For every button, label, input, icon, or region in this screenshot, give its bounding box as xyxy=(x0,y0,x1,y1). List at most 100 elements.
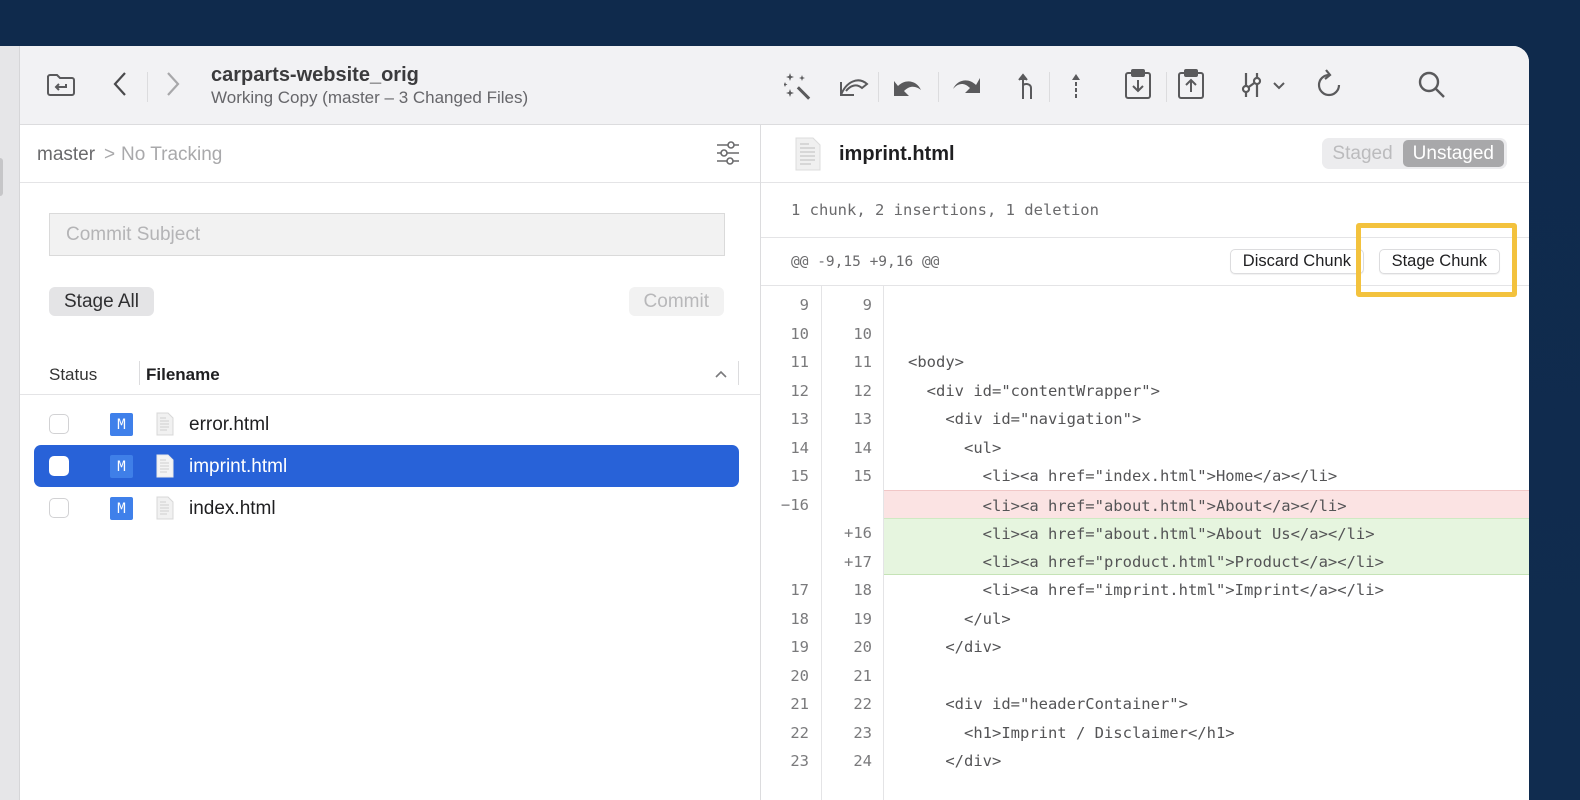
column-filename[interactable]: Filename xyxy=(146,365,220,385)
new-line-number: 22 xyxy=(853,695,872,713)
modified-badge: M xyxy=(110,413,133,436)
file-row[interactable]: M error.html xyxy=(34,403,739,445)
diff-line[interactable]: 20 21 xyxy=(761,661,1529,690)
clipboard-download-icon[interactable] xyxy=(1124,68,1152,100)
diff-line-insertion[interactable]: +16 <li><a href="about.html">About Us</a… xyxy=(761,518,1529,547)
new-line-number: 20 xyxy=(853,638,872,656)
new-line-number: 21 xyxy=(853,666,872,685)
changes-pane: master > No Tracking Stage All Commit St… xyxy=(20,125,761,800)
new-line-number: 15 xyxy=(853,467,872,485)
code-text: <body> xyxy=(908,353,964,371)
repo-subtitle: Working Copy (master – 3 Changed Files) xyxy=(211,88,529,107)
new-line-number: 23 xyxy=(853,723,872,742)
diff-line[interactable]: 13 13 <div id="navigation"> xyxy=(761,404,1529,433)
code-text: <div id="navigation"> xyxy=(908,410,1142,428)
file-name: error.html xyxy=(189,414,270,435)
toolbar: carparts-website_orig Working Copy (mast… xyxy=(20,46,1529,125)
diff-line[interactable]: 15 15 <li><a href="index.html">Home</a></… xyxy=(761,461,1529,490)
push-dotted-icon[interactable] xyxy=(1070,72,1082,100)
diff-line[interactable]: 10 10 xyxy=(761,319,1529,348)
stage-checkbox[interactable] xyxy=(49,456,69,476)
folder-return-icon[interactable] xyxy=(46,70,76,98)
old-line-number: 20 xyxy=(790,666,809,685)
file-table-header: Status Filename xyxy=(20,353,760,395)
diff-pane: imprint.html Staged Unstaged 1 chunk, 2 … xyxy=(761,125,1529,800)
commit-button[interactable]: Commit xyxy=(628,287,724,316)
undo-filled-icon[interactable] xyxy=(892,72,924,98)
old-line-number: 22 xyxy=(790,723,809,742)
diff-line[interactable]: 14 14 <ul> xyxy=(761,433,1529,462)
back-icon[interactable] xyxy=(111,71,129,97)
segment-unstaged[interactable]: Unstaged xyxy=(1402,140,1504,167)
diff-line-deletion[interactable]: −16 <li><a href="about.html">About</a></… xyxy=(761,489,1529,518)
new-line-number: 11 xyxy=(853,353,872,371)
chunk-range: @@ -9,15 +9,16 @@ xyxy=(791,254,940,270)
diff-line[interactable]: 22 23 <h1>Imprint / Disclaimer</h1> xyxy=(761,718,1529,747)
new-line-number: 12 xyxy=(853,381,872,400)
diff-summary: 1 chunk, 2 insertions, 1 deletion xyxy=(791,201,1099,219)
diff-line[interactable]: 17 18 <li><a href="imprint.html">Imprint<… xyxy=(761,575,1529,604)
segment-staged[interactable]: Staged xyxy=(1322,140,1402,167)
old-line-number: 13 xyxy=(790,410,809,428)
column-status[interactable]: Status xyxy=(49,365,97,385)
new-line-number: 19 xyxy=(853,609,872,628)
old-line-number: 9 xyxy=(799,296,809,314)
repo-title: carparts-website_orig xyxy=(211,64,419,86)
code-text: <li><a href="index.html">Home</a></li> xyxy=(908,467,1338,485)
diff-line-insertion[interactable]: +17 <li><a href="product.html">Product</… xyxy=(761,546,1529,575)
old-line-number: 15 xyxy=(790,467,809,485)
diff-filename: imprint.html xyxy=(839,143,955,165)
commit-subject-input[interactable] xyxy=(49,213,725,256)
filter-sliders-icon[interactable] xyxy=(716,141,740,170)
diff-line[interactable]: 19 20 </div> xyxy=(761,632,1529,661)
tracking-branch[interactable]: No Tracking xyxy=(121,144,222,166)
forward-icon[interactable] xyxy=(164,71,182,97)
document-icon xyxy=(156,496,174,525)
magic-wand-icon[interactable] xyxy=(784,71,814,101)
diff-line[interactable]: 21 22 <div id="headerContainer"> xyxy=(761,689,1529,718)
old-line-number: 14 xyxy=(790,438,809,457)
file-name: index.html xyxy=(189,498,276,519)
diff-line[interactable]: 18 19 </ul> xyxy=(761,604,1529,633)
redo-filled-icon[interactable] xyxy=(950,72,982,98)
code-text: </div> xyxy=(908,638,1002,656)
refresh-icon[interactable] xyxy=(1316,69,1342,99)
code-text: <ul> xyxy=(908,438,1002,457)
old-line-number: 23 xyxy=(790,752,809,770)
file-row[interactable]: M index.html xyxy=(34,487,739,529)
diff-header: imprint.html Staged Unstaged xyxy=(761,125,1529,183)
app-window: carparts-website_orig Working Copy (mast… xyxy=(0,46,1529,800)
code-text: <h1>Imprint / Disclaimer</h1> xyxy=(908,723,1235,742)
sliders-branch-icon[interactable] xyxy=(1241,71,1263,99)
sidebar-handle[interactable] xyxy=(0,158,3,196)
code-text: <div id="headerContainer"> xyxy=(908,695,1188,713)
clipboard-upload-icon[interactable] xyxy=(1177,68,1205,100)
branch-merge-icon[interactable] xyxy=(1017,72,1035,100)
code-text: <li><a href="about.html">About</a></li> xyxy=(884,489,1529,518)
chevron-down-icon[interactable] xyxy=(1273,82,1285,90)
search-icon[interactable] xyxy=(1418,71,1446,99)
branch-bar: master > No Tracking xyxy=(20,125,760,183)
old-line-number: 12 xyxy=(790,381,809,400)
diff-line[interactable]: 99 xyxy=(761,290,1529,319)
stage-checkbox[interactable] xyxy=(49,414,69,434)
code-text: </div> xyxy=(908,752,1002,770)
diff-line[interactable]: 12 12 <div id="contentWrapper"> xyxy=(761,376,1529,405)
file-row-selected[interactable]: M imprint.html xyxy=(34,445,739,487)
sort-ascending-icon[interactable] xyxy=(715,365,727,381)
breadcrumb-separator: > xyxy=(104,144,116,165)
undo-outline-icon[interactable] xyxy=(838,72,870,98)
diff-line[interactable]: 23 24 </div> xyxy=(761,746,1529,775)
code-text: <div id="contentWrapper"> xyxy=(908,381,1160,400)
stage-all-button[interactable]: Stage All xyxy=(49,287,154,316)
new-line-number: 13 xyxy=(853,410,872,428)
file-list: M error.html M imprint.html M index.html xyxy=(34,403,739,529)
stage-checkbox[interactable] xyxy=(49,498,69,518)
discard-chunk-button[interactable]: Discard Chunk xyxy=(1229,249,1364,274)
new-line-number: +16 xyxy=(844,524,872,542)
branch-name[interactable]: master xyxy=(37,144,95,166)
diff-line[interactable]: 11 11 <body> xyxy=(761,347,1529,376)
